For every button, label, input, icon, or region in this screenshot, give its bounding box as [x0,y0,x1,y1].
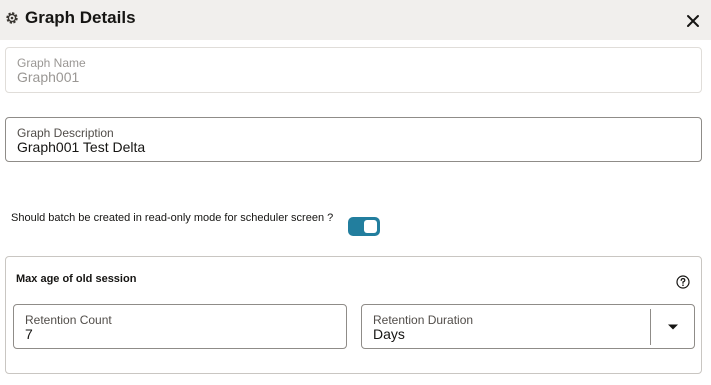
batch-readonly-question: Should batch be created in read-only mod… [11,212,334,224]
dialog-header: Graph Details [0,0,711,40]
gear-icon [6,12,18,24]
close-icon[interactable] [683,11,703,31]
retention-count-value[interactable]: 7 [25,326,33,342]
toggle-knob [364,220,377,233]
dialog-title: Graph Details [25,8,136,27]
retention-duration-value[interactable]: Days [373,326,405,342]
graph-description-label: Graph Description [17,126,114,140]
batch-readonly-toggle[interactable] [348,217,380,236]
chevron-down-icon[interactable] [667,323,679,331]
graph-description-value[interactable]: Graph001 Test Delta [17,139,145,155]
graph-name-field: Graph Name Graph001 [5,47,702,93]
retention-count-field[interactable]: Retention Count 7 [13,304,347,349]
retention-count-label: Retention Count [25,313,112,327]
retention-duration-select[interactable]: Retention Duration Days [361,304,695,349]
session-group-title: Max age of old session [16,273,137,285]
select-divider [650,309,651,345]
retention-duration-label: Retention Duration [373,313,474,327]
help-circle-icon[interactable] [676,275,690,289]
max-age-session-group: Max age of old session Retention Count 7… [5,256,702,374]
graph-description-field[interactable]: Graph Description Graph001 Test Delta [5,117,702,162]
graph-name-value: Graph001 [17,69,80,85]
graph-name-label: Graph Name [17,56,86,70]
